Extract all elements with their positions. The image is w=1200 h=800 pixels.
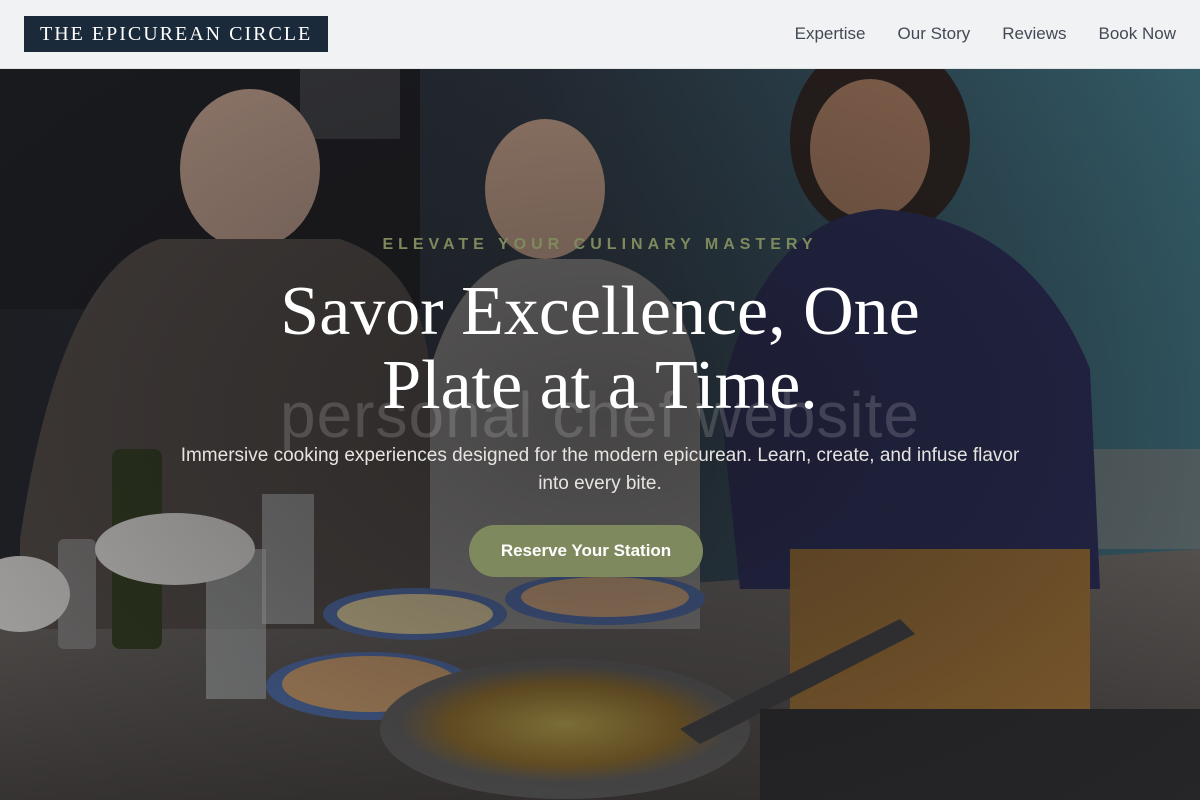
nav-link-our-story[interactable]: Our Story [898, 24, 971, 44]
nav-link-book-now[interactable]: Book Now [1099, 24, 1176, 44]
nav-link-expertise[interactable]: Expertise [795, 24, 866, 44]
reserve-station-button[interactable]: Reserve Your Station [469, 525, 703, 577]
hero-headline-line-1: Savor Excellence, One [280, 273, 920, 350]
site-logo[interactable]: THE EPICUREAN CIRCLE [24, 16, 329, 52]
site-header: THE EPICUREAN CIRCLE Expertise Our Story… [0, 0, 1200, 69]
hero-section: personal chef website ELEVATE YOUR CULIN… [0, 69, 1200, 800]
hero-headline: Savor Excellence, One Plate at a Time. [200, 275, 1000, 423]
main-nav: Expertise Our Story Reviews Book Now [795, 24, 1176, 44]
hero-headline-line-2: Plate at a Time. [382, 347, 818, 424]
hero-eyebrow: ELEVATE YOUR CULINARY MASTERY [382, 236, 818, 253]
hero-subtext: Immersive cooking experiences designed f… [180, 445, 1020, 494]
nav-link-reviews[interactable]: Reviews [1002, 24, 1066, 44]
